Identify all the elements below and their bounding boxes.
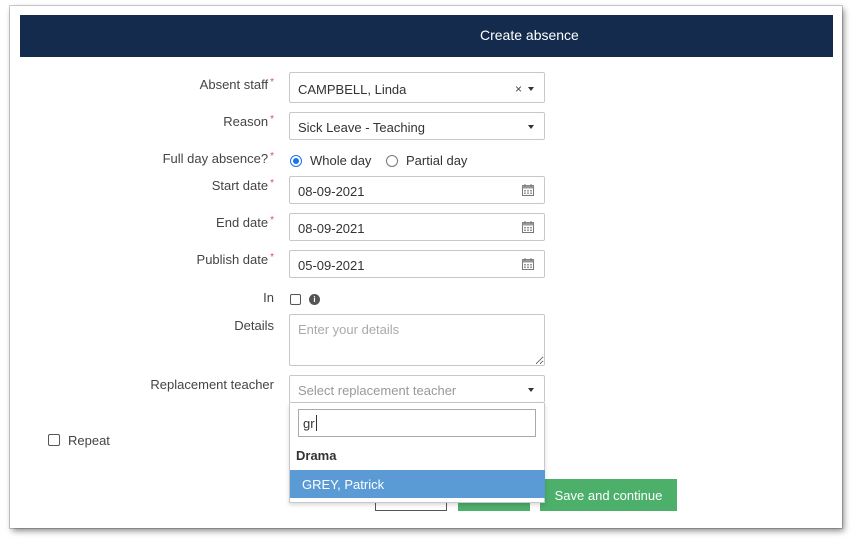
whole-day-radio-option[interactable]: Whole day — [290, 153, 371, 168]
publish-date-label: Publish date * — [197, 252, 274, 267]
repeat-checkbox[interactable] — [48, 434, 60, 446]
reason-select[interactable]: Sick Leave - Teaching — [289, 112, 545, 140]
end-date-value: 08-09-2021 — [298, 221, 365, 236]
chevron-down-icon — [528, 87, 534, 91]
required-mark: * — [270, 151, 274, 162]
calendar-icon[interactable] — [522, 184, 534, 196]
whole-day-radio[interactable] — [290, 154, 302, 167]
replacement-teacher-label: Replacement teacher — [150, 377, 274, 392]
clear-icon[interactable]: × — [515, 82, 522, 96]
details-textarea[interactable] — [289, 314, 545, 366]
publish-date-label-text: Publish date — [196, 252, 269, 267]
full-day-label: Full day absence? * — [163, 151, 274, 166]
publish-date-input[interactable]: 05-09-2021 — [289, 250, 545, 278]
dropdown-option-label: GREY, Patrick — [302, 477, 385, 492]
absent-staff-label-text: Absent staff — [199, 77, 269, 92]
chevron-down-icon — [528, 388, 534, 392]
dialog-title: Create absence — [480, 27, 579, 43]
whole-day-label: Whole day — [310, 153, 372, 168]
replacement-teacher-placeholder: Select replacement teacher — [298, 383, 457, 398]
repeat-label: Repeat — [68, 433, 110, 448]
dropdown-group-label: Drama — [296, 448, 337, 463]
partial-day-radio[interactable] — [386, 154, 398, 167]
partial-day-radio-option[interactable]: Partial day — [386, 153, 467, 168]
in-checkbox[interactable] — [290, 294, 301, 305]
reason-value: Sick Leave - Teaching — [298, 120, 425, 135]
absent-staff-value: CAMPBELL, Linda — [298, 82, 407, 97]
dropdown-search-value: gr — [303, 416, 315, 431]
details-label: Details — [234, 318, 274, 333]
reason-label: Reason * — [223, 114, 274, 129]
text-cursor — [316, 415, 317, 431]
required-mark: * — [270, 252, 274, 263]
replacement-teacher-dropdown: gr Drama GREY, Patrick — [289, 403, 545, 503]
end-date-label: End date * — [216, 215, 274, 230]
start-date-input[interactable]: 08-09-2021 — [289, 176, 545, 204]
save-and-continue-button[interactable]: Save and continue — [540, 479, 677, 511]
end-date-label-text: End date — [216, 215, 269, 230]
dropdown-search-input[interactable]: gr — [298, 409, 536, 437]
replacement-teacher-select[interactable]: Select replacement teacher — [289, 375, 545, 403]
calendar-icon[interactable] — [522, 221, 534, 233]
start-date-value: 08-09-2021 — [298, 184, 365, 199]
partial-day-label: Partial day — [406, 153, 468, 168]
full-day-label-text: Full day absence? — [162, 151, 269, 166]
calendar-icon[interactable] — [522, 258, 534, 270]
end-date-input[interactable]: 08-09-2021 — [289, 213, 545, 241]
dropdown-option[interactable]: GREY, Patrick — [290, 470, 545, 498]
publish-date-value: 05-09-2021 — [298, 258, 365, 273]
absent-staff-select[interactable]: CAMPBELL, Linda × — [289, 72, 545, 103]
required-mark: * — [270, 77, 274, 88]
dialog-header: Create absence — [20, 15, 833, 57]
reason-label-text: Reason — [223, 114, 269, 129]
required-mark: * — [270, 178, 274, 189]
absent-staff-label: Absent staff * — [200, 77, 274, 92]
chevron-down-icon — [528, 125, 534, 129]
create-absence-dialog: Create absence Absent staff * CAMPBELL, L… — [10, 6, 842, 528]
info-icon[interactable]: i — [309, 294, 320, 305]
start-date-label: Start date * — [212, 178, 274, 193]
start-date-label-text: Start date — [211, 178, 269, 193]
required-mark: * — [270, 114, 274, 125]
required-mark: * — [270, 215, 274, 226]
in-label: In — [263, 290, 274, 305]
